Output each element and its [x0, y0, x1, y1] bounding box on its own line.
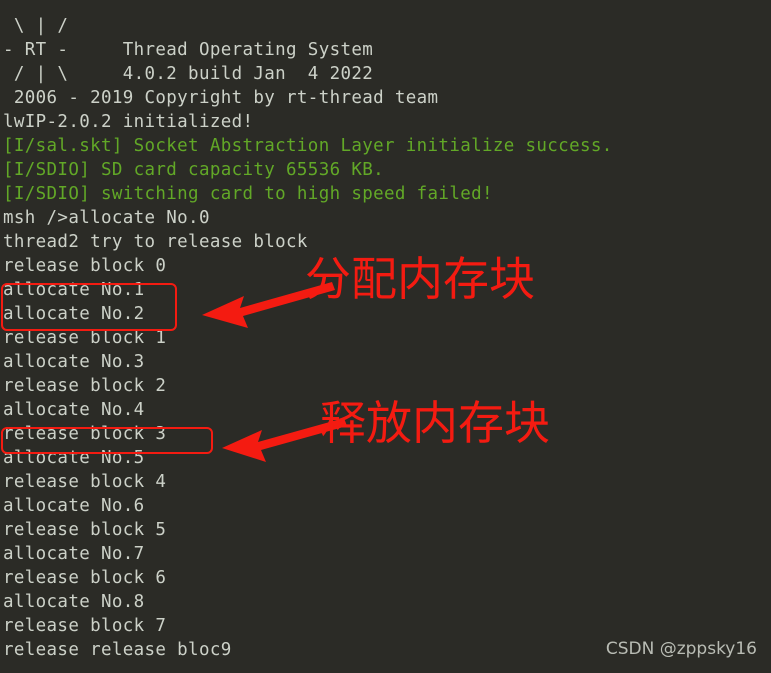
console-line: - RT - Thread Operating System [3, 40, 374, 60]
console-line: release block 1 [3, 328, 167, 348]
console-line: allocate No.4 [3, 400, 145, 420]
console-line: release block 3 [3, 424, 167, 444]
console-line: lwIP-2.0.2 initialized! [3, 112, 254, 132]
console-line: release block 5 [3, 520, 167, 540]
console-line: \ | / [3, 16, 69, 36]
console-line: allocate No.8 [3, 592, 145, 612]
console-line: / | \ 4.0.2 build Jan 4 2022 [3, 64, 374, 84]
console-line: [I/sal.skt] Socket Abstraction Layer ini… [3, 136, 613, 156]
console-line: thread2 try to release block [3, 232, 308, 252]
console-line: allocate No.3 [3, 352, 145, 372]
console-line: release block 4 [3, 472, 167, 492]
console-output: \ | / - RT - Thread Operating System / | … [0, 0, 771, 662]
console-line: 2006 - 2019 Copyright by rt-thread team [3, 88, 439, 108]
console-line: allocate No.2 [3, 304, 145, 324]
console-line: allocate No.7 [3, 544, 145, 564]
console-line: [I/SDIO] SD card capacity 65536 KB. [3, 160, 385, 180]
console-line: release block 0 [3, 256, 167, 276]
console-line: allocate No.6 [3, 496, 145, 516]
console-line: msh />allocate No.0 [3, 208, 210, 228]
terminal-window: \ | / - RT - Thread Operating System / | … [0, 0, 771, 673]
console-line: allocate No.5 [3, 448, 145, 468]
console-line: release block 7 [3, 616, 167, 636]
console-line: release block 2 [3, 376, 167, 396]
csdn-watermark: CSDN @zppsky16 [605, 639, 757, 659]
console-line: [I/SDIO] switching card to high speed fa… [3, 184, 493, 204]
console-line: allocate No.1 [3, 280, 145, 300]
console-line: release block 6 [3, 568, 167, 588]
